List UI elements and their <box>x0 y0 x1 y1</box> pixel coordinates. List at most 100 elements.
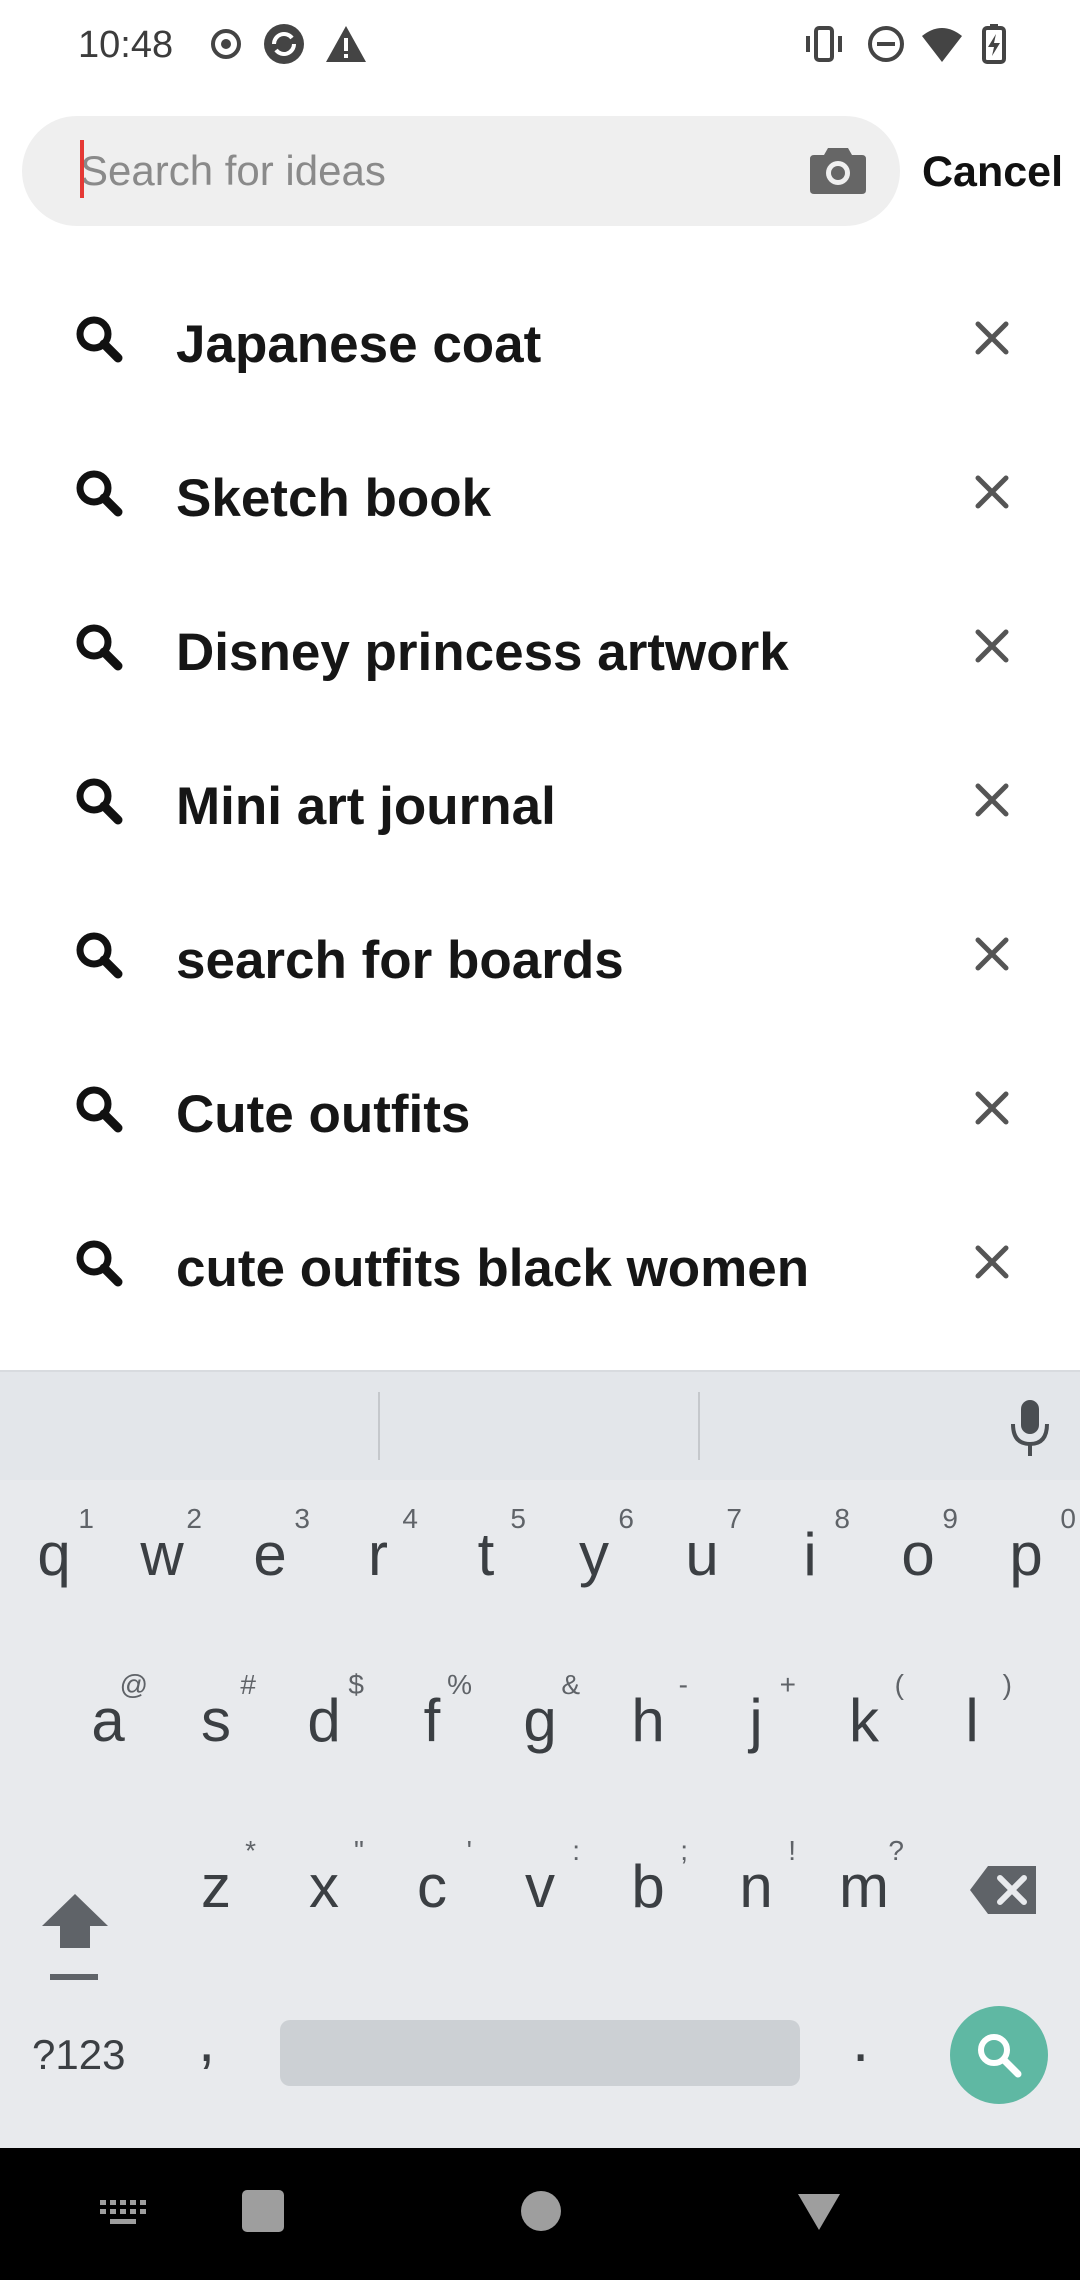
key-label: e <box>253 1521 287 1588</box>
suggestion-item[interactable]: Disney princess artwork <box>0 572 1080 726</box>
key-y[interactable]: 6y <box>544 1480 644 1610</box>
key-label: k <box>849 1687 879 1754</box>
back-icon[interactable] <box>796 2188 842 2234</box>
key-n[interactable]: ! n <box>706 1812 806 1942</box>
symbols-key[interactable]: ?123 <box>32 2030 125 2080</box>
key-e[interactable]: 3e <box>220 1480 320 1610</box>
suggestion-item[interactable]: Mini art journal <box>0 726 1080 880</box>
key-label: v <box>525 1853 555 1920</box>
search-icon <box>76 778 123 825</box>
search-icon <box>76 932 123 979</box>
key-c[interactable]: ' c <box>382 1812 482 1942</box>
key-label: d <box>307 1687 341 1754</box>
keyboard-search-button[interactable] <box>950 2006 1048 2104</box>
key-g[interactable]: & g <box>490 1646 590 1776</box>
key-label: a <box>91 1687 125 1754</box>
close-icon[interactable] <box>968 622 1016 670</box>
close-icon[interactable] <box>968 930 1016 978</box>
suggestion-item[interactable]: cute outfits black women <box>0 1188 1080 1342</box>
suggestion-item[interactable]: Cute outfits <box>0 1034 1080 1188</box>
close-icon[interactable] <box>968 1084 1016 1132</box>
key-t[interactable]: 5t <box>436 1480 536 1610</box>
status-bar: 10:48 <box>0 0 1080 90</box>
search-suggestions-list: Japanese coat Sketch book Disney princes… <box>0 264 1080 1342</box>
close-icon[interactable] <box>968 1238 1016 1286</box>
space-key[interactable] <box>280 2020 800 2086</box>
key-label: p <box>1009 1521 1043 1588</box>
soft-keyboard: 1q 2w 3e 4r 5t 6y 7u 8i 9o 0p @ a # s $ d %… <box>0 1370 1080 2148</box>
close-icon[interactable] <box>968 314 1016 362</box>
key-a[interactable]: @ a <box>58 1646 158 1776</box>
close-icon[interactable] <box>968 468 1016 516</box>
camera-icon[interactable] <box>808 142 868 198</box>
search-icon <box>76 316 123 363</box>
key-label: s <box>201 1687 231 1754</box>
key-v[interactable]: :v <box>490 1812 590 1942</box>
key-label: q <box>37 1521 71 1588</box>
suggestion-label: Cute outfits <box>176 1085 471 1144</box>
key-j[interactable]: + j <box>706 1646 806 1776</box>
key-label: r <box>368 1521 388 1588</box>
key-m[interactable]: ? m <box>814 1812 914 1942</box>
key-label: m <box>839 1853 889 1920</box>
key-h[interactable]: -h <box>598 1646 698 1776</box>
key-label: c <box>417 1853 447 1920</box>
suggestion-label: Mini art journal <box>176 777 556 836</box>
key-label: t <box>477 1521 495 1588</box>
search-icon <box>978 2034 1022 2078</box>
suggestion-item[interactable]: Sketch book <box>0 418 1080 572</box>
shift-key[interactable] <box>36 1860 114 1980</box>
search-input[interactable] <box>80 116 800 226</box>
search-icon <box>76 1240 123 1287</box>
key-d[interactable]: $ d <box>274 1646 374 1776</box>
key-label: u <box>685 1521 719 1588</box>
dnd-icon <box>868 26 904 62</box>
key-q[interactable]: 1q <box>4 1480 104 1610</box>
key-s[interactable]: # s <box>166 1646 266 1776</box>
key-z[interactable]: * z <box>166 1812 266 1942</box>
key-label: l <box>965 1687 979 1754</box>
suggestion-label: cute outfits black women <box>176 1239 810 1298</box>
keyboard-icon[interactable] <box>100 2200 148 2230</box>
battery-icon <box>982 24 1006 64</box>
strip-divider <box>378 1392 380 1460</box>
suggestion-label: Japanese coat <box>176 315 542 374</box>
cancel-button[interactable]: Cancel <box>922 144 1063 200</box>
close-icon[interactable] <box>968 776 1016 824</box>
key-label: f <box>423 1687 441 1754</box>
comma-key[interactable]: , <box>198 2006 215 2076</box>
key-label: y <box>579 1521 609 1588</box>
key-i[interactable]: 8i <box>760 1480 860 1610</box>
key-label: z <box>201 1853 231 1920</box>
keyboard-suggestion-strip <box>0 1370 1080 1480</box>
key-label: w <box>140 1521 184 1588</box>
key-b[interactable]: ; b <box>598 1812 698 1942</box>
suggestion-label: Sketch book <box>176 469 492 528</box>
suggestion-item[interactable]: search for boards <box>0 880 1080 1034</box>
backspace-key[interactable] <box>968 1862 1040 1918</box>
key-label: i <box>803 1521 817 1588</box>
suggestion-label: Disney princess artwork <box>176 623 789 682</box>
home-icon[interactable] <box>518 2188 564 2234</box>
key-f[interactable]: % f <box>382 1646 482 1776</box>
search-icon <box>76 470 123 517</box>
key-l[interactable]: ) l <box>922 1646 1022 1776</box>
key-u[interactable]: 7u <box>652 1480 752 1610</box>
recents-icon[interactable] <box>240 2188 286 2234</box>
key-label: g <box>523 1687 557 1754</box>
wifi-icon <box>922 28 962 62</box>
key-p[interactable]: 0p <box>976 1480 1076 1610</box>
key-k[interactable]: (k <box>814 1646 914 1776</box>
key-w[interactable]: 2w <box>112 1480 212 1610</box>
warning-icon <box>326 26 366 62</box>
key-x[interactable]: " x <box>274 1812 374 1942</box>
key-o[interactable]: 9o <box>868 1480 968 1610</box>
period-key[interactable]: . <box>852 2006 869 2076</box>
suggestion-item[interactable]: Japanese coat <box>0 264 1080 418</box>
microphone-icon[interactable] <box>1006 1398 1054 1458</box>
key-label: o <box>901 1521 935 1588</box>
key-label: j <box>749 1687 763 1754</box>
key-r[interactable]: 4r <box>328 1480 428 1610</box>
text-cursor <box>80 140 84 198</box>
vibrate-icon <box>806 26 842 62</box>
